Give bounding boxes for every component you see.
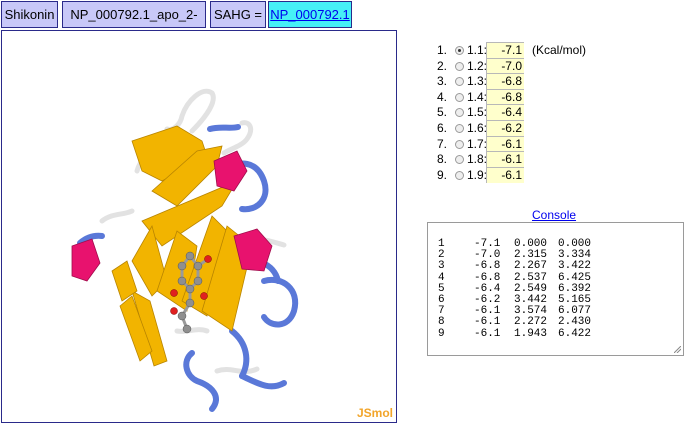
- protein-cartoon: [71, 88, 299, 412]
- pose-score-field: -6.1: [486, 135, 524, 152]
- console-cell: 2.537: [514, 271, 548, 284]
- pose-radio[interactable]: [455, 108, 464, 118]
- console-cell: 9: [438, 327, 445, 340]
- tab-protein-link[interactable]: NP_000792.1: [268, 1, 352, 28]
- console-cell: -6.1: [474, 327, 501, 340]
- pose-score-field: -6.4: [486, 104, 524, 121]
- pose-index: 3.: [437, 74, 448, 89]
- tab-sahg[interactable]: SAHG =: [210, 1, 266, 28]
- pose-index: 4.: [437, 89, 448, 104]
- pose-radio[interactable]: [455, 92, 464, 102]
- resize-grip-icon[interactable]: [674, 346, 681, 353]
- pose-score-field: -6.1: [486, 151, 524, 168]
- console-cell: -6.4: [474, 282, 501, 295]
- console-cell: 1.943: [514, 327, 548, 340]
- console-cell: -6.8: [474, 260, 501, 273]
- console-cell: 2.430: [558, 316, 592, 329]
- console-cell: 2.315: [514, 249, 548, 262]
- pose-index: 5.: [437, 105, 448, 120]
- console-cell: 0.000: [558, 238, 592, 250]
- console-cell: 2.267: [514, 260, 548, 273]
- console-cell: 7: [438, 305, 445, 318]
- pose-label: 1.8:: [467, 152, 488, 167]
- pose-radio[interactable]: [455, 139, 464, 149]
- console-cell: -7.1: [474, 238, 501, 250]
- console-cell: 2.272: [514, 316, 548, 329]
- console-cell: 6.425: [558, 271, 592, 284]
- console-cell: 8: [438, 316, 445, 329]
- pose-score-field: -6.2: [486, 120, 524, 136]
- pose-index: 2.: [437, 58, 448, 73]
- console-cell: 3.442: [514, 294, 548, 306]
- console-cell: -7.0: [474, 249, 501, 262]
- console-cell: 2.549: [514, 282, 548, 295]
- pose-score-field: -6.8: [486, 73, 524, 90]
- pose-label: 1.2:: [467, 58, 488, 73]
- pose-index: 8.: [437, 152, 448, 167]
- console-cell: 4: [438, 271, 445, 284]
- energy-unit-label: (Kcal/mol): [532, 43, 587, 57]
- pose-radio[interactable]: [455, 46, 464, 55]
- jsmol-viewer[interactable]: JSmol: [1, 30, 397, 423]
- pose-radio[interactable]: [455, 124, 464, 133]
- pose-radio[interactable]: [455, 170, 464, 180]
- pose-index: 6.: [437, 121, 448, 135]
- pose-label: 1.3:: [467, 74, 488, 89]
- pose-score-field: -7.1: [486, 42, 524, 58]
- pose-score-field: -7.0: [486, 57, 524, 74]
- pose-radio[interactable]: [455, 61, 464, 71]
- console-cell: 5: [438, 282, 445, 295]
- pose-index: 1.: [437, 43, 448, 57]
- pose-label: 1.5:: [467, 105, 488, 120]
- console-cell: 3.574: [514, 305, 548, 318]
- console-cell: 2: [438, 249, 445, 262]
- console-cell: 6: [438, 294, 445, 306]
- console-cell: -6.8: [474, 271, 501, 284]
- pose-label: 1.7:: [467, 136, 488, 151]
- pose-score-field: -6.8: [486, 88, 524, 105]
- pose-label: 1.4:: [467, 89, 488, 104]
- pose-index: 7.: [437, 136, 448, 151]
- pose-label: 1.1:: [467, 43, 488, 57]
- tab-receptor-structure[interactable]: NP_000792.1_apo_2-108: [62, 1, 206, 47]
- console-cell: 1: [438, 238, 445, 250]
- console-cell: 0.000: [514, 238, 548, 250]
- pose-score-field: -6.1: [486, 166, 524, 183]
- pose-label: 1.9:: [467, 167, 488, 182]
- pose-label: 1.6:: [467, 121, 488, 135]
- pose-index: 9.: [437, 167, 448, 182]
- console-link[interactable]: Console: [532, 208, 576, 222]
- console-cell: -6.1: [474, 316, 501, 329]
- console-cell: -6.2: [474, 294, 501, 306]
- console-cell: 3.422: [558, 260, 592, 273]
- pose-radio[interactable]: [455, 155, 464, 165]
- console-cell: 6.392: [558, 282, 592, 295]
- protein-link[interactable]: NP_000792.1: [270, 7, 350, 22]
- pose-radio[interactable]: [455, 77, 464, 87]
- console-cell: 3.334: [558, 249, 592, 262]
- console-cell: 6.077: [558, 305, 592, 318]
- console-textarea[interactable]: 1 -7.1 0.000 0.000 2 -7.0 2.315 3.334 3 -6.8 2.267…: [427, 222, 684, 356]
- tab-compound[interactable]: Shikonin: [1, 1, 58, 28]
- console-cell: 3: [438, 260, 445, 273]
- console-cell: 6.422: [558, 327, 592, 340]
- console-cell: -6.1: [474, 305, 501, 318]
- jsmol-watermark: JSmol: [356, 406, 393, 420]
- console-cell: 5.165: [558, 294, 592, 306]
